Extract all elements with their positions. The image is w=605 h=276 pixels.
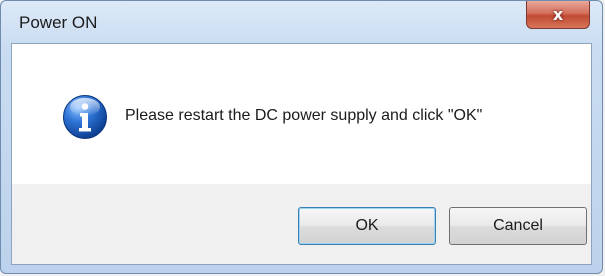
close-button[interactable]: x: [526, 1, 590, 29]
message-area: Please restart the DC power supply and c…: [12, 44, 591, 184]
dialog-message: Please restart the DC power supply and c…: [125, 107, 483, 124]
cancel-button[interactable]: Cancel: [449, 207, 587, 245]
ok-button[interactable]: OK: [298, 207, 436, 245]
info-icon: [63, 95, 107, 139]
close-icon: x: [552, 4, 564, 24]
window-title: Power ON: [19, 13, 98, 32]
dialog-window: Power ON x Please restart the DC power s…: [0, 0, 603, 274]
dialog-body: Please restart the DC power supply and c…: [11, 43, 592, 265]
title-bar[interactable]: Power ON x: [1, 1, 602, 43]
